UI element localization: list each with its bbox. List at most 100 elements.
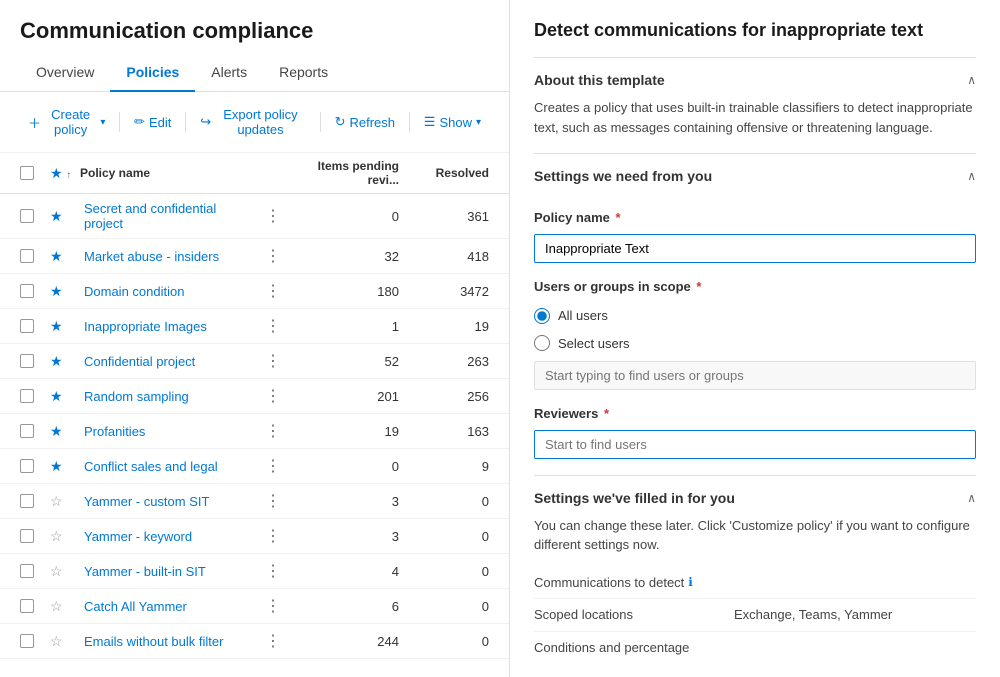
- row-name[interactable]: Secret and confidential project: [80, 201, 257, 231]
- separator2: [185, 112, 186, 132]
- row-checkbox[interactable]: [20, 634, 34, 648]
- row-more-icon[interactable]: ⋮: [257, 281, 289, 301]
- star-filled-icon[interactable]: ★: [50, 423, 63, 439]
- row-resolved: 9: [419, 459, 489, 474]
- row-more-icon[interactable]: ⋮: [257, 246, 289, 266]
- show-button[interactable]: ☰ Show ▾: [416, 109, 489, 135]
- row-more-icon[interactable]: ⋮: [257, 631, 289, 651]
- all-users-radio-item[interactable]: All users: [534, 306, 976, 326]
- row-more-icon[interactable]: ⋮: [257, 386, 289, 406]
- policy-name-input[interactable]: [534, 234, 976, 263]
- row-checkbox[interactable]: [20, 354, 34, 368]
- row-checkbox[interactable]: [20, 209, 34, 223]
- row-name[interactable]: Profanities: [80, 424, 257, 439]
- row-name[interactable]: Domain condition: [80, 284, 257, 299]
- select-users-radio-item[interactable]: Select users: [534, 334, 976, 354]
- select-users-radio[interactable]: [534, 335, 550, 351]
- star-filled-icon[interactable]: ★: [50, 208, 63, 224]
- about-section-header[interactable]: About this template ∧: [534, 58, 976, 98]
- row-star[interactable]: ☆: [50, 563, 80, 580]
- row-checkbox[interactable]: [20, 424, 34, 438]
- row-star[interactable]: ★: [50, 423, 80, 440]
- filled-section-header[interactable]: Settings we've filled in for you ∧: [534, 476, 976, 516]
- star-empty-icon[interactable]: ☆: [50, 633, 63, 649]
- star-filled-icon[interactable]: ★: [50, 248, 63, 264]
- row-star[interactable]: ★: [50, 353, 80, 370]
- row-checkbox[interactable]: [20, 249, 34, 263]
- row-name[interactable]: Catch All Yammer: [80, 599, 257, 614]
- row-name[interactable]: Conflict sales and legal: [80, 459, 257, 474]
- row-more-icon[interactable]: ⋮: [257, 456, 289, 476]
- row-name[interactable]: Yammer - built-in SIT: [80, 564, 257, 579]
- tab-policies[interactable]: Policies: [110, 54, 195, 92]
- row-checkbox[interactable]: [20, 284, 34, 298]
- row-more-icon[interactable]: ⋮: [257, 561, 289, 581]
- row-checkbox[interactable]: [20, 319, 34, 333]
- star-filled-icon[interactable]: ★: [50, 458, 63, 474]
- toolbar: ＋ Create policy ▾ ✏ Edit ↪ Export policy…: [0, 92, 509, 153]
- row-more-icon[interactable]: ⋮: [257, 206, 289, 226]
- row-name[interactable]: Yammer - keyword: [80, 529, 257, 544]
- tab-alerts[interactable]: Alerts: [195, 54, 263, 92]
- reviewers-input[interactable]: [534, 430, 976, 459]
- row-checkbox[interactable]: [20, 389, 34, 403]
- refresh-button[interactable]: ↻ Refresh: [327, 109, 403, 135]
- row-checkbox[interactable]: [20, 599, 34, 613]
- row-name[interactable]: Random sampling: [80, 389, 257, 404]
- row-pending: 19: [289, 424, 419, 439]
- star-filled-icon[interactable]: ★: [50, 283, 63, 299]
- row-star[interactable]: ★: [50, 283, 80, 300]
- row-star[interactable]: ☆: [50, 598, 80, 615]
- create-policy-button[interactable]: ＋ Create policy ▾: [20, 102, 113, 142]
- row-star[interactable]: ★: [50, 248, 80, 265]
- row-more-icon[interactable]: ⋮: [257, 351, 289, 371]
- star-empty-icon[interactable]: ☆: [50, 528, 63, 544]
- star-empty-icon[interactable]: ☆: [50, 598, 63, 614]
- row-more-icon[interactable]: ⋮: [257, 491, 289, 511]
- tab-overview[interactable]: Overview: [20, 54, 110, 92]
- settings-section-header[interactable]: Settings we need from you ∧: [534, 154, 976, 194]
- row-star[interactable]: ☆: [50, 493, 80, 510]
- conditions-key: Conditions and percentage: [534, 638, 734, 658]
- row-star[interactable]: ★: [50, 208, 80, 225]
- table-row: ☆ Yammer - custom SIT ⋮ 3 0: [0, 484, 509, 519]
- row-pending: 1: [289, 319, 419, 334]
- row-name[interactable]: Market abuse - insiders: [80, 249, 257, 264]
- edit-button[interactable]: ✏ Edit: [126, 109, 179, 135]
- row-name[interactable]: Confidential project: [80, 354, 257, 369]
- select-all-checkbox[interactable]: [20, 166, 34, 180]
- star-empty-icon[interactable]: ☆: [50, 493, 63, 509]
- comms-key: Communications to detect ℹ: [534, 573, 734, 593]
- star-filled-icon[interactable]: ★: [50, 353, 63, 369]
- star-filled-icon[interactable]: ★: [50, 388, 63, 404]
- export-button[interactable]: ↪ Export policy updates: [192, 102, 314, 142]
- info-icon[interactable]: ℹ: [688, 573, 693, 591]
- row-star[interactable]: ☆: [50, 633, 80, 650]
- row-more-icon[interactable]: ⋮: [257, 316, 289, 336]
- row-more-icon[interactable]: ⋮: [257, 526, 289, 546]
- row-checkbox[interactable]: [20, 564, 34, 578]
- row-star[interactable]: ★: [50, 458, 80, 475]
- users-radio-group: All users Select users: [534, 306, 976, 353]
- row-name[interactable]: Yammer - custom SIT: [80, 494, 257, 509]
- tab-reports[interactable]: Reports: [263, 54, 344, 92]
- star-filled-icon[interactable]: ★: [50, 318, 63, 334]
- row-checkbox[interactable]: [20, 459, 34, 473]
- row-more-icon[interactable]: ⋮: [257, 421, 289, 441]
- row-checkbox[interactable]: [20, 494, 34, 508]
- row-checkbox[interactable]: [20, 529, 34, 543]
- row-star[interactable]: ☆: [50, 528, 80, 545]
- all-users-radio[interactable]: [534, 308, 550, 324]
- header-star[interactable]: ★ ↑: [50, 165, 80, 182]
- row-star[interactable]: ★: [50, 388, 80, 405]
- table-row: ★ Random sampling ⋮ 201 256: [0, 379, 509, 414]
- row-name[interactable]: Inappropriate Images: [80, 319, 257, 334]
- select-users-label: Select users: [558, 334, 630, 354]
- row-pending: 52: [289, 354, 419, 369]
- row-star[interactable]: ★: [50, 318, 80, 335]
- row-more-icon[interactable]: ⋮: [257, 596, 289, 616]
- users-search-input[interactable]: [534, 361, 976, 390]
- star-empty-icon[interactable]: ☆: [50, 563, 63, 579]
- table-row: ★ Profanities ⋮ 19 163: [0, 414, 509, 449]
- row-name[interactable]: Emails without bulk filter: [80, 634, 257, 649]
